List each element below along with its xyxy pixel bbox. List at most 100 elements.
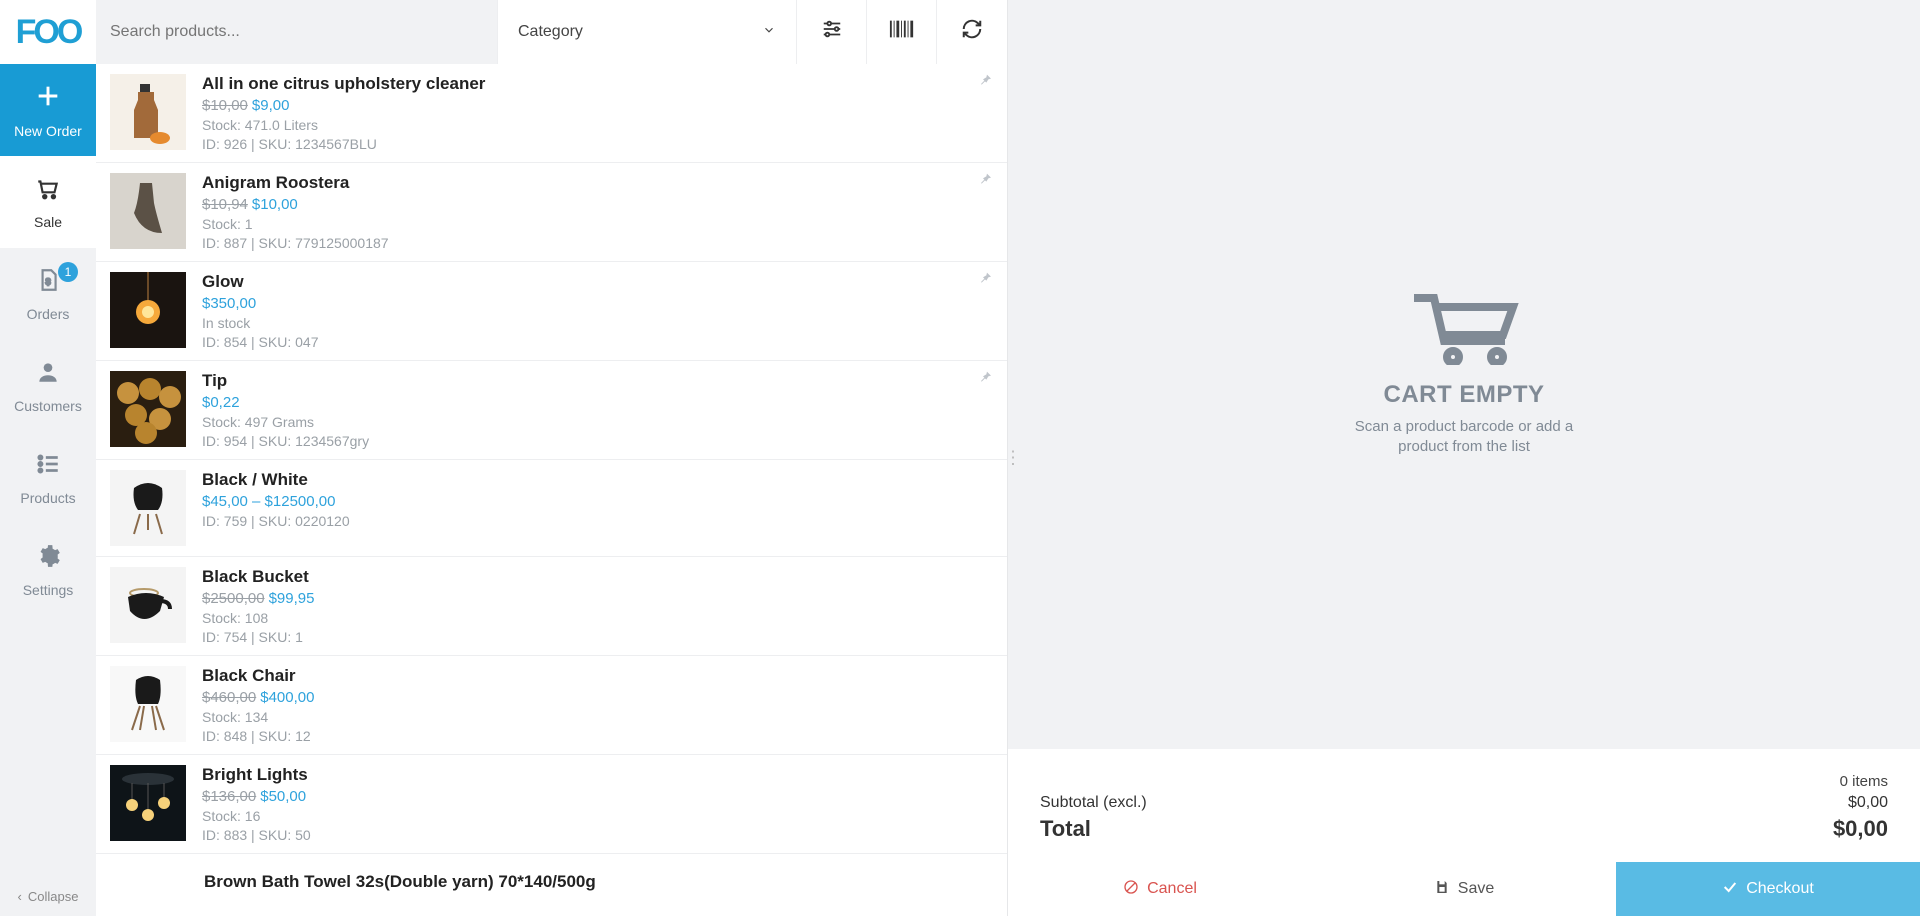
sidebar-item-new-order[interactable]: New Order xyxy=(0,64,96,156)
product-stock: Stock: 497 Grams xyxy=(202,414,993,430)
product-id-sku: ID: 926 | SKU: 1234567BLU xyxy=(202,136,993,152)
product-row[interactable]: Brown Bath Towel 32s(Double yarn) 70*140… xyxy=(96,854,1007,905)
sliders-icon xyxy=(821,18,843,46)
total-value: $0,00 xyxy=(1833,816,1888,842)
customers-user-icon xyxy=(35,359,61,392)
category-label: Category xyxy=(518,23,583,41)
orders-badge: 1 xyxy=(58,262,78,282)
product-row[interactable]: Black / White $45,00 – $12500,00 ID: 759… xyxy=(96,460,1007,557)
product-old-price: $136,00 xyxy=(202,788,256,805)
product-thumbnail xyxy=(110,371,186,447)
product-price: $350,00 xyxy=(202,295,256,312)
product-row[interactable]: All in one citrus upholstery cleaner $10… xyxy=(96,64,1007,163)
product-thumbnail xyxy=(110,74,186,150)
save-label: Save xyxy=(1458,880,1494,898)
refresh-icon xyxy=(961,18,983,46)
plus-icon xyxy=(34,82,62,117)
product-info: Black Bucket $2500,00$99,95 Stock: 108 I… xyxy=(202,567,993,645)
products-list-icon xyxy=(35,451,61,484)
logo[interactable]: FOO xyxy=(0,0,96,64)
product-stock: Stock: 16 xyxy=(202,808,993,824)
refresh-button[interactable] xyxy=(937,0,1007,64)
checkout-label: Checkout xyxy=(1746,880,1814,898)
sidebar-item-label: Sale xyxy=(34,214,62,230)
product-id-sku: ID: 848 | SKU: 12 xyxy=(202,728,993,744)
product-row[interactable]: Black Chair $460,00$400,00 Stock: 134 ID… xyxy=(96,656,1007,755)
product-stock: Stock: 471.0 Liters xyxy=(202,117,993,133)
product-stock: Stock: 1 xyxy=(202,216,993,232)
product-info: Anigram Roostera $10,94$10,00 Stock: 1 I… xyxy=(202,173,993,251)
product-name: Bright Lights xyxy=(202,765,993,785)
product-new-price: $10,00 xyxy=(252,196,298,213)
product-name: All in one citrus upholstery cleaner xyxy=(202,74,993,94)
svg-text:$: $ xyxy=(46,276,51,286)
product-thumbnail xyxy=(110,567,186,643)
product-row[interactable]: Tip $0,22 Stock: 497 Grams ID: 954 | SKU… xyxy=(96,361,1007,460)
pin-icon[interactable] xyxy=(977,270,993,291)
cancel-button[interactable]: Cancel xyxy=(1008,862,1312,916)
product-name: Black Chair xyxy=(202,666,993,686)
product-price-line: $350,00 xyxy=(202,295,993,312)
brand-text: FOO xyxy=(16,13,81,52)
product-id-sku: ID: 759 | SKU: 0220120 xyxy=(202,513,993,529)
checkout-button[interactable]: Checkout xyxy=(1616,862,1920,916)
chevron-left-icon: ‹ xyxy=(18,889,22,904)
cancel-icon xyxy=(1123,879,1139,900)
sidebar-item-label: Customers xyxy=(14,398,82,414)
pin-icon[interactable] xyxy=(977,171,993,192)
product-new-price: $400,00 xyxy=(260,689,314,706)
product-row[interactable]: Black Bucket $2500,00$99,95 Stock: 108 I… xyxy=(96,557,1007,656)
product-stock: Stock: 134 xyxy=(202,709,993,725)
save-button[interactable]: Save xyxy=(1312,862,1616,916)
pin-icon[interactable] xyxy=(977,72,993,93)
product-stock: In stock xyxy=(202,315,993,331)
sidebar-collapse[interactable]: ‹ Collapse xyxy=(0,876,96,916)
product-info: Black / White $45,00 – $12500,00 ID: 759… xyxy=(202,470,993,546)
product-thumbnail xyxy=(110,470,186,546)
product-id-sku: ID: 854 | SKU: 047 xyxy=(202,334,993,350)
search-input[interactable] xyxy=(110,23,483,41)
sidebar-item-products[interactable]: Products xyxy=(0,432,96,524)
product-name: Brown Bath Towel 32s(Double yarn) 70*140… xyxy=(204,872,993,892)
product-old-price: $10,00 xyxy=(202,97,248,114)
settings-gear-icon xyxy=(35,543,61,576)
sidebar-item-orders[interactable]: 1 $ Orders xyxy=(0,248,96,340)
filter-button[interactable] xyxy=(797,0,867,64)
sidebar-item-sale[interactable]: Sale xyxy=(0,156,96,248)
cart-empty-icon xyxy=(1409,293,1519,365)
subtotal-label: Subtotal (excl.) xyxy=(1040,794,1147,812)
sidebar-item-customers[interactable]: Customers xyxy=(0,340,96,432)
product-row[interactable]: Bright Lights $136,00$50,00 Stock: 16 ID… xyxy=(96,755,1007,854)
subtotal-value: $0,00 xyxy=(1848,794,1888,812)
product-row[interactable]: Glow $350,00 In stock ID: 854 | SKU: 047 xyxy=(96,262,1007,361)
product-thumbnail xyxy=(110,173,186,249)
cart-empty-title: CART EMPTY xyxy=(1384,381,1545,409)
product-id-sku: ID: 887 | SKU: 779125000187 xyxy=(202,235,993,251)
pin-icon[interactable] xyxy=(977,369,993,390)
category-dropdown[interactable]: Category xyxy=(497,0,797,64)
chevron-down-icon xyxy=(762,23,776,42)
product-price-line: $10,94$10,00 xyxy=(202,196,993,213)
products-list[interactable]: All in one citrus upholstery cleaner $10… xyxy=(96,64,1007,916)
drag-handle[interactable]: ⋮ xyxy=(1004,448,1019,469)
product-info: Bright Lights $136,00$50,00 Stock: 16 ID… xyxy=(202,765,993,843)
search-input-wrap[interactable] xyxy=(96,0,497,64)
save-icon xyxy=(1434,879,1450,900)
barcode-button[interactable] xyxy=(867,0,937,64)
product-name: Anigram Roostera xyxy=(202,173,993,193)
cart-empty-subtitle: Scan a product barcode or add a product … xyxy=(1334,417,1594,456)
product-id-sku: ID: 883 | SKU: 50 xyxy=(202,827,993,843)
product-stock: Stock: 108 xyxy=(202,610,993,626)
product-row[interactable]: Anigram Roostera $10,94$10,00 Stock: 1 I… xyxy=(96,163,1007,262)
sidebar-item-settings[interactable]: Settings xyxy=(0,524,96,616)
product-price-line: $136,00$50,00 xyxy=(202,788,993,805)
cart-actions: Cancel Save Checkout xyxy=(1008,862,1920,916)
product-price-line: $0,22 xyxy=(202,394,993,411)
product-info: Black Chair $460,00$400,00 Stock: 134 ID… xyxy=(202,666,993,744)
cart-totals: 0 items Subtotal (excl.)$0,00 Total$0,00 xyxy=(1008,749,1920,862)
sidebar-item-label: Orders xyxy=(27,306,70,322)
product-thumbnail xyxy=(110,272,186,348)
total-label: Total xyxy=(1040,816,1091,842)
search-row: Category xyxy=(96,0,1007,64)
product-price-line: $460,00$400,00 xyxy=(202,689,993,706)
